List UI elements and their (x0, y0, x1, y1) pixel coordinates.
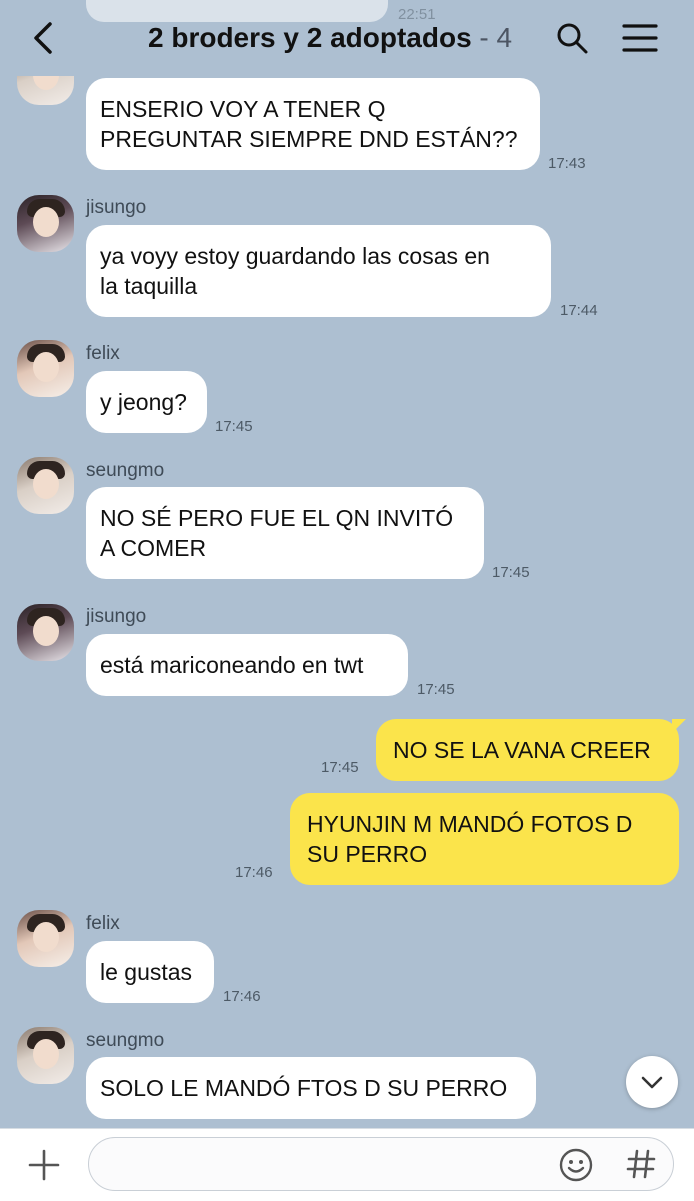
message-bubble[interactable]: le gustas (86, 941, 214, 1003)
message-time: 17:46 (223, 988, 261, 1005)
avatar-seungmo[interactable] (17, 1027, 74, 1084)
message-input-bar (0, 1128, 694, 1201)
chevron-down-icon (641, 1076, 663, 1089)
avatar-jisungo[interactable] (17, 604, 74, 661)
message-line: ENSERIO VOY A TENER Q (100, 96, 386, 122)
back-button[interactable] (30, 20, 60, 56)
message-time: 17:45 (215, 418, 253, 435)
message-time: 17:46 (235, 864, 273, 881)
sender-name: jisungo (86, 197, 147, 218)
message-line: está mariconeando en twt (100, 652, 364, 678)
message-line: le gustas (100, 959, 193, 985)
menu-button[interactable] (620, 20, 660, 56)
emoji-button[interactable] (558, 1147, 594, 1183)
avatar-seungmo[interactable] (17, 457, 74, 514)
message-line: y jeong? (100, 389, 187, 415)
emoji-icon (559, 1148, 593, 1182)
my-message-bubble[interactable]: HYUNJIN M MANDÓ FOTOS D SU PERRO (290, 793, 679, 885)
scroll-to-bottom-button[interactable] (626, 1056, 678, 1108)
message-line: NO SÉ PERO FUE EL QN INVITÓ (100, 505, 454, 531)
sender-name: jisungo (86, 606, 147, 627)
member-count: - 4 (479, 22, 513, 53)
bubble-tail (672, 719, 686, 733)
message-bubble[interactable]: SOLO LE MANDÓ FTOS D SU PERRO (86, 1057, 536, 1119)
avatar-felix[interactable] (17, 340, 74, 397)
message-line: HYUNJIN M MANDÓ FOTOS D (307, 811, 633, 837)
message-time: 17:45 (492, 564, 530, 581)
message-time: 17:45 (321, 759, 359, 776)
sender-name: seungmo (86, 1030, 165, 1051)
message-line: PREGUNTAR SIEMPRE DND ESTÁN?? (100, 126, 518, 152)
message-time: 17:44 (560, 302, 598, 319)
previous-message-time: 22:51 (398, 6, 436, 23)
hash-icon (626, 1149, 656, 1179)
message-line: la taquilla (100, 273, 198, 299)
message-line: NO SE LA VANA CREER (393, 737, 651, 763)
chat-title[interactable]: 2 broders y 2 adoptados - 4 (148, 22, 512, 54)
message-time: 17:43 (548, 155, 586, 172)
hamburger-menu-icon (622, 24, 658, 52)
message-line: ya voyy estoy guardando las cosas en (100, 243, 490, 269)
chevron-left-icon (34, 22, 52, 54)
chat-title-text: 2 broders y 2 adoptados (148, 22, 472, 53)
message-time: 17:45 (417, 681, 455, 698)
message-bubble[interactable]: y jeong? (86, 371, 207, 433)
message-bubble[interactable]: NO SÉ PERO FUE EL QN INVITÓ A COMER (86, 487, 484, 579)
plus-icon (28, 1149, 60, 1181)
search-button[interactable] (554, 20, 590, 56)
previous-message-bubble (86, 0, 388, 22)
message-bubble[interactable]: ENSERIO VOY A TENER Q PREGUNTAR SIEMPRE … (86, 78, 540, 170)
sender-name: felix (86, 343, 120, 364)
message-line: SOLO LE MANDÓ FTOS D SU PERRO (100, 1075, 508, 1101)
avatar-felix[interactable] (17, 910, 74, 967)
message-line: SU PERRO (307, 841, 428, 867)
message-line: A COMER (100, 535, 207, 561)
avatar-jisungo[interactable] (17, 195, 74, 252)
message-bubble[interactable]: está mariconeando en twt (86, 634, 408, 696)
message-bubble[interactable]: ya voyy estoy guardando las cosas en la … (86, 225, 551, 317)
sender-name: felix (86, 913, 120, 934)
chat-area[interactable]: 22:51 seungmo ENSERIO VOY A TENER Q PREG… (0, 0, 694, 1128)
search-icon (557, 23, 588, 54)
my-message-bubble[interactable]: NO SE LA VANA CREER (376, 719, 679, 781)
sender-name: seungmo (86, 460, 165, 481)
attach-button[interactable] (26, 1147, 62, 1183)
hashtag-button[interactable] (624, 1145, 658, 1183)
